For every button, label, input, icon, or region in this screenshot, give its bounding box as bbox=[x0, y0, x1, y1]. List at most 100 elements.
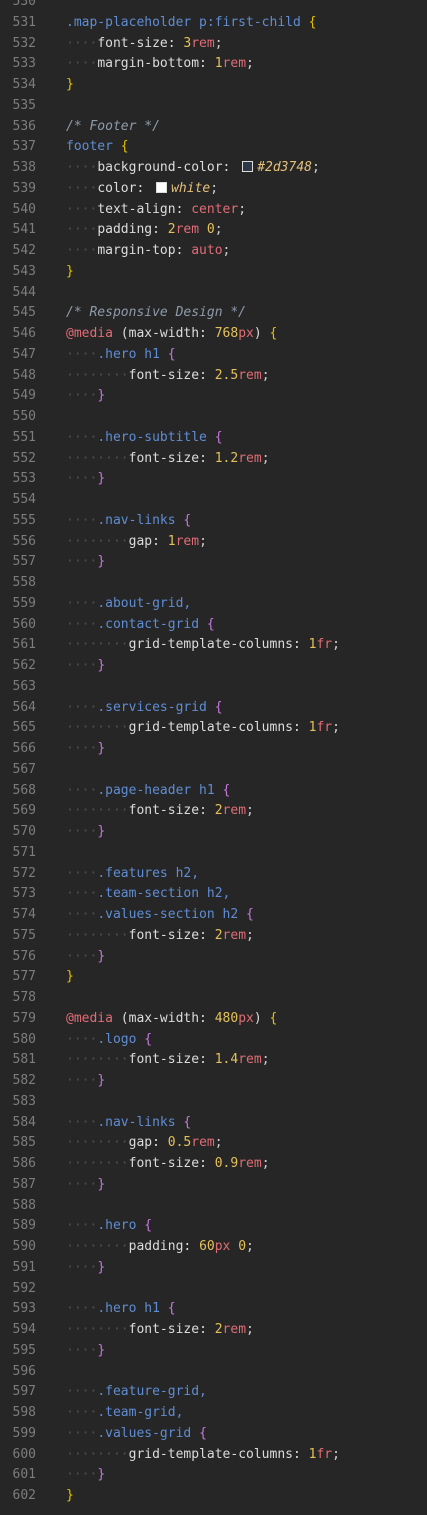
code-line[interactable]: 569 ········font-size: 2rem; bbox=[0, 801, 427, 822]
code-line[interactable]: 560 ····.contact-grid { bbox=[0, 615, 427, 636]
code-line[interactable]: 597 ····.feature-grid, bbox=[0, 1382, 427, 1403]
color-swatch-icon[interactable] bbox=[156, 181, 168, 193]
code-line[interactable]: 548 ········font-size: 2.5rem; bbox=[0, 366, 427, 387]
code-line[interactable]: 594 ········font-size: 2rem; bbox=[0, 1320, 427, 1341]
code-line[interactable]: 577} bbox=[0, 967, 427, 988]
code-token: ; bbox=[332, 1446, 340, 1462]
code-line[interactable]: 538 ····background-color: #2d3748; bbox=[0, 158, 427, 179]
line-number: 572 bbox=[12, 865, 36, 881]
code-line[interactable]: 554 bbox=[0, 490, 427, 511]
code-line[interactable]: 575 ········font-size: 2rem; bbox=[0, 926, 427, 947]
code-line[interactable]: 588 bbox=[0, 1196, 427, 1217]
code-line[interactable]: 549 ····} bbox=[0, 386, 427, 407]
code-line[interactable]: 562 ····} bbox=[0, 656, 427, 677]
code-line[interactable]: 541 ····padding: 2rem 0; bbox=[0, 220, 427, 241]
code-line[interactable]: 572 ····.features h2, bbox=[0, 864, 427, 885]
code-line[interactable]: 574 ····.values-section h2 { bbox=[0, 905, 427, 926]
code-line[interactable]: 564 ····.services-grid { bbox=[0, 698, 427, 719]
code-line[interactable]: 599 ····.values-grid { bbox=[0, 1424, 427, 1445]
line-number: 559 bbox=[12, 595, 36, 611]
code-line[interactable]: 595 ····} bbox=[0, 1341, 427, 1362]
code-line[interactable]: 530 bbox=[0, 0, 427, 13]
code-line[interactable]: 579 @media (max-width: 480px) { bbox=[0, 1009, 427, 1030]
code-line[interactable]: 537 footer { bbox=[0, 137, 427, 158]
code-line[interactable]: 589 ····.hero { bbox=[0, 1216, 427, 1237]
code-line[interactable]: 568 ····.page-header h1 { bbox=[0, 781, 427, 802]
code-token: gap: bbox=[128, 1135, 168, 1151]
line-code: /* Footer */ bbox=[66, 117, 160, 138]
line-code: ····.feature-grid, bbox=[66, 1382, 207, 1403]
code-line[interactable]: 571 bbox=[0, 843, 427, 864]
code-line[interactable]: 602} bbox=[0, 1486, 427, 1507]
code-line[interactable]: 591 ····} bbox=[0, 1258, 427, 1279]
code-line[interactable]: 596 bbox=[0, 1362, 427, 1383]
code-line[interactable]: 542 ····margin-top: auto; bbox=[0, 241, 427, 262]
line-code: ········font-size: 2rem; bbox=[66, 801, 254, 822]
code-line[interactable]: 545 /* Responsive Design */ bbox=[0, 303, 427, 324]
code-line[interactable]: 600 ········grid-template-columns: 1fr; bbox=[0, 1445, 427, 1466]
code-line[interactable]: 566 ····} bbox=[0, 739, 427, 760]
code-line[interactable]: 582 ····} bbox=[0, 1071, 427, 1092]
line-number: 563 bbox=[12, 678, 36, 694]
code-line[interactable]: 551 ····.hero-subtitle { bbox=[0, 428, 427, 449]
code-token: margin-bottom: bbox=[97, 56, 215, 72]
code-line[interactable]: 550 bbox=[0, 407, 427, 428]
code-line[interactable]: 563 bbox=[0, 677, 427, 698]
indent-guide: ···· bbox=[66, 699, 98, 715]
code-line[interactable]: 570 ····} bbox=[0, 822, 427, 843]
code-token: ; bbox=[246, 927, 254, 943]
code-line[interactable]: 576 ····} bbox=[0, 947, 427, 968]
code-line[interactable]: 552 ········font-size: 1.2rem; bbox=[0, 449, 427, 470]
line-code: ····.values-grid { bbox=[66, 1424, 207, 1445]
code-line[interactable]: 546 @media (max-width: 768px) { bbox=[0, 324, 427, 345]
code-token: { bbox=[144, 1031, 153, 1047]
code-token: .contact-grid bbox=[97, 616, 207, 632]
code-line[interactable]: 567 bbox=[0, 760, 427, 781]
code-line[interactable]: 544 bbox=[0, 283, 427, 304]
code-line[interactable]: 535 bbox=[0, 96, 427, 117]
code-line[interactable]: 547 ····.hero h1 { bbox=[0, 345, 427, 366]
code-line[interactable]: 565 ········grid-template-columns: 1fr; bbox=[0, 718, 427, 739]
code-line[interactable]: 559 ····.about-grid, bbox=[0, 594, 427, 615]
code-line[interactable]: 583 bbox=[0, 1092, 427, 1113]
line-code: ····margin-bottom: 1rem; bbox=[66, 54, 254, 75]
code-line[interactable]: 553 ····} bbox=[0, 469, 427, 490]
color-swatch-icon[interactable] bbox=[242, 161, 254, 172]
code-line[interactable]: 536 /* Footer */ bbox=[0, 117, 427, 138]
code-line[interactable]: 590 ········padding: 60px 0; bbox=[0, 1237, 427, 1258]
code-token: .hero-subtitle bbox=[97, 429, 215, 445]
code-line[interactable]: 561 ········grid-template-columns: 1fr; bbox=[0, 635, 427, 656]
code-token: } bbox=[66, 77, 74, 92]
code-line[interactable]: 598 ····.team-grid, bbox=[0, 1403, 427, 1424]
code-line[interactable]: 556 ········gap: 1rem; bbox=[0, 532, 427, 553]
code-line[interactable]: 543} bbox=[0, 262, 427, 283]
code-line[interactable]: 558 bbox=[0, 573, 427, 594]
code-line[interactable]: 601 ····} bbox=[0, 1465, 427, 1486]
line-number: 556 bbox=[12, 533, 36, 549]
code-line[interactable]: 580 ····.logo { bbox=[0, 1030, 427, 1051]
line-code: ········font-size: 1.2rem; bbox=[66, 449, 270, 470]
line-number: 580 bbox=[12, 1031, 36, 1047]
code-line[interactable]: 578 bbox=[0, 988, 427, 1009]
code-line[interactable]: 592 bbox=[0, 1279, 427, 1300]
code-line[interactable]: 573 ····.team-section h2, bbox=[0, 884, 427, 905]
code-line[interactable]: 540 ····text-align: center; bbox=[0, 200, 427, 221]
code-line[interactable]: 531 .map-placeholder p:first-child { bbox=[0, 13, 427, 34]
code-line[interactable]: 587 ····} bbox=[0, 1175, 427, 1196]
code-line[interactable]: 586 ········font-size: 0.9rem; bbox=[0, 1154, 427, 1175]
code-line[interactable]: 532 ····font-size: 3rem; bbox=[0, 34, 427, 55]
code-line[interactable]: 593 ····.hero h1 { bbox=[0, 1299, 427, 1320]
code-line[interactable]: 584 ····.nav-links { bbox=[0, 1113, 427, 1134]
code-line[interactable]: 557 ····} bbox=[0, 552, 427, 573]
code-line[interactable]: 539 ····color: white; bbox=[0, 179, 427, 200]
line-code: ········font-size: 2rem; bbox=[66, 926, 254, 947]
code-line[interactable]: 585 ········gap: 0.5rem; bbox=[0, 1133, 427, 1154]
code-editor[interactable]: 530 531 .map-placeholder p:first-child {53… bbox=[0, 0, 427, 1515]
code-line[interactable]: 581 ········font-size: 1.4rem; bbox=[0, 1050, 427, 1071]
line-code: } bbox=[66, 262, 74, 283]
code-line[interactable]: 555 ····.nav-links { bbox=[0, 511, 427, 532]
code-token: 2.5 bbox=[214, 367, 239, 383]
code-line[interactable]: 534} bbox=[0, 75, 427, 96]
code-line[interactable]: 533 ····margin-bottom: 1rem; bbox=[0, 54, 427, 75]
code-token: ; bbox=[246, 1239, 254, 1254]
